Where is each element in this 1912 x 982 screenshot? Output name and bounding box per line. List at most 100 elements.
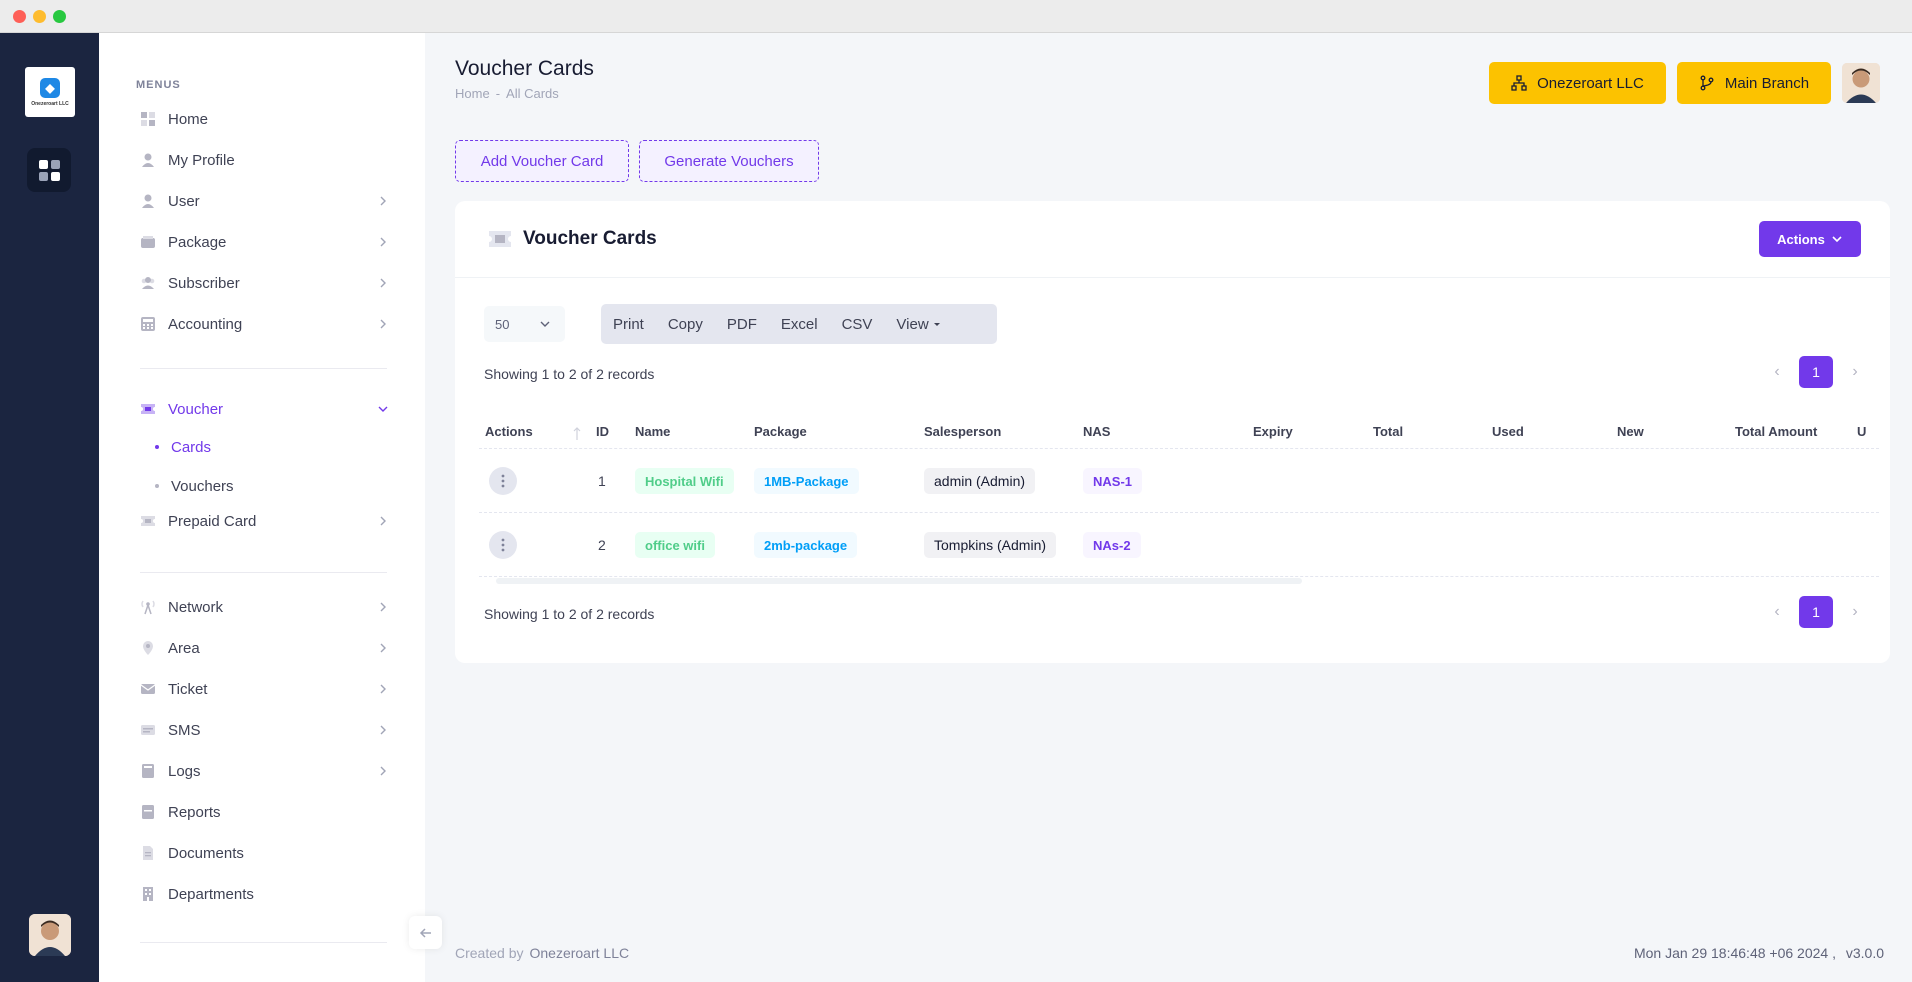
sidebar-collapse-button[interactable] bbox=[409, 916, 442, 949]
footer-info: Mon Jan 29 18:46:48 +06 2024 , v3.0.0 bbox=[1634, 945, 1884, 961]
breadcrumb: Home - All Cards bbox=[455, 86, 559, 101]
sidebar-item-accounting[interactable]: Accounting bbox=[140, 310, 390, 338]
home-icon bbox=[140, 111, 156, 127]
sidebar-item-reports[interactable]: Reports bbox=[140, 798, 390, 826]
icon-rail: ◆ Onezeroart LLC bbox=[0, 33, 99, 982]
sidebar-item-logs[interactable]: Logs bbox=[140, 757, 390, 785]
window-titlebar bbox=[0, 0, 1912, 33]
column-header-salesperson[interactable]: Salesperson bbox=[924, 413, 1001, 449]
row-actions-cell bbox=[489, 449, 517, 513]
sidebar-item-voucher[interactable]: Voucher bbox=[140, 395, 390, 423]
column-header-used[interactable]: Used bbox=[1492, 413, 1524, 449]
sidebar-item-prepaid-card[interactable]: Prepaid Card bbox=[140, 507, 390, 535]
sidebar-item-label: Prepaid Card bbox=[168, 512, 257, 530]
salesperson-badge: admin (Admin) bbox=[924, 468, 1036, 494]
sidebar-subitem-label: Vouchers bbox=[171, 477, 234, 495]
caret-down-icon bbox=[933, 323, 940, 326]
column-header-name[interactable]: Name bbox=[635, 413, 670, 449]
branch-button[interactable]: Main Branch bbox=[1677, 62, 1831, 104]
footer-datetime: Mon Jan 29 18:46:48 +06 2024 , bbox=[1633, 945, 1836, 961]
column-header-id[interactable]: ID bbox=[596, 413, 609, 449]
column-header-new[interactable]: New bbox=[1617, 413, 1644, 449]
bullet-icon bbox=[155, 484, 159, 488]
kebab-menu-icon[interactable] bbox=[489, 531, 517, 559]
copy-button[interactable]: Copy bbox=[656, 304, 715, 344]
page-length-value: 50 bbox=[495, 316, 510, 332]
sidebar-subitem-vouchers[interactable]: Vouchers bbox=[155, 475, 234, 497]
name-badge: office wifi bbox=[635, 532, 715, 558]
voucher-icon bbox=[140, 401, 156, 417]
dashboard-icon[interactable] bbox=[27, 148, 71, 192]
logo-text: Onezeroart LLC bbox=[31, 100, 69, 107]
column-header-truncated[interactable]: U bbox=[1857, 413, 1866, 449]
row-actions-cell bbox=[489, 513, 517, 577]
voucher-icon bbox=[489, 231, 511, 247]
view-button[interactable]: View bbox=[884, 304, 953, 344]
next-page-icon[interactable]: › bbox=[1839, 596, 1871, 628]
column-header-package[interactable]: Package bbox=[754, 413, 807, 449]
sidebar-item-label: Ticket bbox=[168, 680, 208, 698]
sidebar-item-package[interactable]: Package bbox=[140, 228, 390, 256]
generate-vouchers-button[interactable]: Generate Vouchers bbox=[639, 140, 819, 182]
row-nas-cell: NAS-1 bbox=[1083, 449, 1143, 513]
column-header-actions[interactable]: Actions bbox=[485, 413, 533, 449]
git-branch-icon bbox=[1700, 75, 1714, 91]
column-header-nas[interactable]: NAS bbox=[1083, 413, 1110, 449]
page-button[interactable]: 1 bbox=[1799, 596, 1833, 628]
horizontal-scrollbar[interactable] bbox=[496, 578, 1302, 584]
sidebar-item-documents[interactable]: Documents bbox=[140, 839, 390, 867]
table-header: Actions ID Name Package Salesperson NAS … bbox=[479, 413, 1879, 449]
column-header-expiry[interactable]: Expiry bbox=[1253, 413, 1293, 449]
breadcrumb-separator: - bbox=[495, 86, 501, 101]
sidebar-item-subscriber[interactable]: Subscriber bbox=[140, 269, 390, 297]
column-header-total[interactable]: Total bbox=[1373, 413, 1403, 449]
sidebar: MENUS Home My Profile User Package Subsc… bbox=[99, 33, 425, 982]
prev-page-icon[interactable]: ‹ bbox=[1761, 596, 1793, 628]
arrow-left-icon bbox=[419, 927, 431, 938]
prev-page-icon[interactable]: ‹ bbox=[1761, 356, 1793, 388]
sidebar-item-label: Departments bbox=[168, 885, 254, 903]
sidebar-item-departments[interactable]: Departments bbox=[140, 880, 390, 908]
sidebar-item-ticket[interactable]: Ticket bbox=[140, 675, 390, 703]
breadcrumb-home[interactable]: Home bbox=[455, 86, 490, 101]
minimize-window-button[interactable] bbox=[33, 10, 46, 23]
rail-avatar[interactable] bbox=[29, 914, 71, 956]
chevron-right-icon bbox=[380, 766, 386, 776]
sidebar-item-my-profile[interactable]: My Profile bbox=[140, 146, 390, 174]
excel-button[interactable]: Excel bbox=[769, 304, 830, 344]
company-button[interactable]: Onezeroart LLC bbox=[1489, 62, 1666, 104]
close-window-button[interactable] bbox=[13, 10, 26, 23]
footer-brand-link[interactable]: Onezeroart LLC bbox=[529, 945, 629, 961]
branch-button-label: Main Branch bbox=[1724, 74, 1810, 92]
user-avatar[interactable] bbox=[1842, 63, 1880, 103]
page-button[interactable]: 1 bbox=[1799, 356, 1833, 388]
maximize-window-button[interactable] bbox=[53, 10, 66, 23]
subscriber-icon bbox=[140, 275, 156, 291]
csv-button[interactable]: CSV bbox=[830, 304, 885, 344]
location-pin-icon bbox=[140, 640, 156, 656]
pdf-button[interactable]: PDF bbox=[715, 304, 769, 344]
sidebar-item-user[interactable]: User bbox=[140, 187, 390, 215]
sort-icon bbox=[573, 427, 581, 440]
page-length-select[interactable]: 50 bbox=[484, 306, 565, 342]
column-header-total-amount[interactable]: Total Amount bbox=[1735, 413, 1817, 449]
print-button[interactable]: Print bbox=[601, 304, 656, 344]
chevron-right-icon bbox=[380, 684, 386, 694]
sidebar-item-home[interactable]: Home bbox=[140, 105, 390, 133]
actions-button[interactable]: Actions bbox=[1759, 221, 1861, 257]
records-info-top: Showing 1 to 2 of 2 records bbox=[484, 366, 655, 382]
package-badge: 2mb-package bbox=[754, 532, 858, 558]
sidebar-item-network[interactable]: Network bbox=[140, 593, 390, 621]
view-button-label: View bbox=[896, 315, 929, 333]
sidebar-item-area[interactable]: Area bbox=[140, 634, 390, 662]
next-page-icon[interactable]: › bbox=[1839, 356, 1871, 388]
card-header: Voucher Cards Actions bbox=[455, 201, 1890, 278]
sidebar-subitem-cards[interactable]: Cards bbox=[155, 436, 211, 458]
add-voucher-card-button[interactable]: Add Voucher Card bbox=[455, 140, 629, 182]
user-icon bbox=[140, 193, 156, 209]
kebab-menu-icon[interactable] bbox=[489, 467, 517, 495]
menus-title: MENUS bbox=[136, 79, 181, 91]
sidebar-item-sms[interactable]: SMS bbox=[140, 716, 390, 744]
sidebar-item-label: Network bbox=[168, 598, 224, 616]
app-logo[interactable]: ◆ Onezeroart LLC bbox=[25, 67, 75, 117]
